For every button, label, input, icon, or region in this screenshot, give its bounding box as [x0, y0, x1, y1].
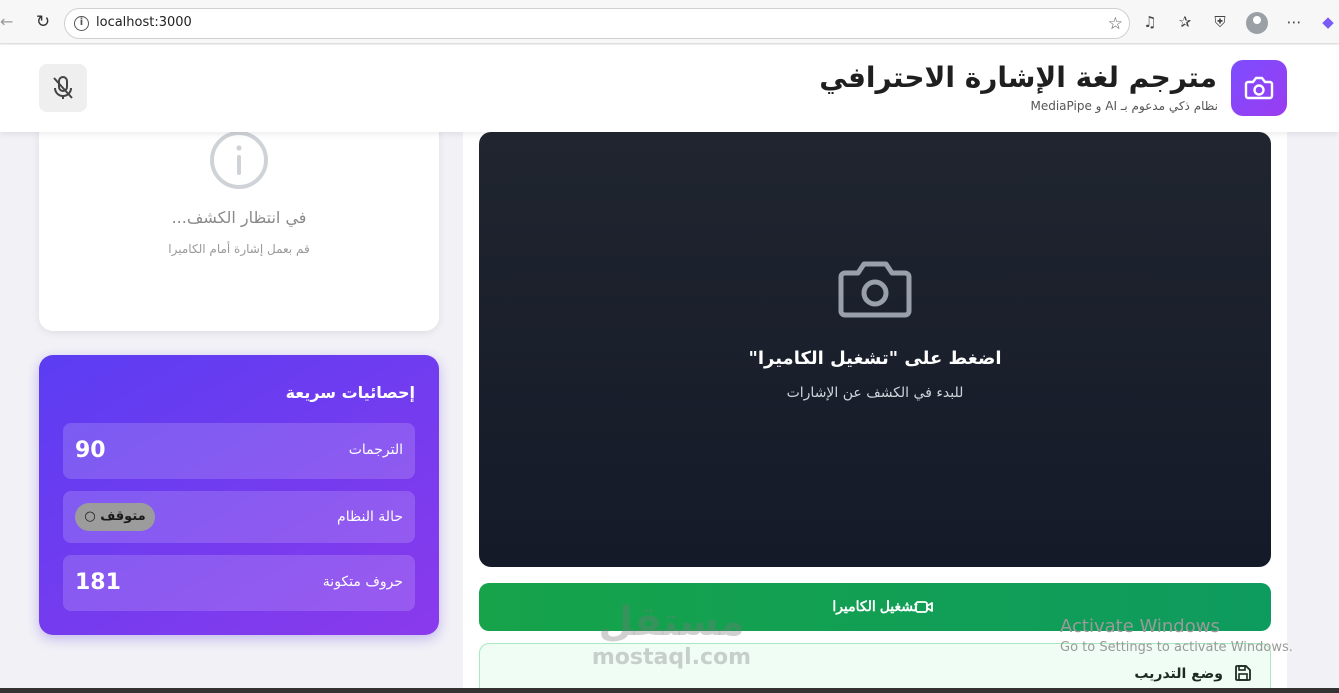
activate-windows-notice: Activate Windows Go to Settings to activ… — [1060, 616, 1293, 655]
camera-prompt: اضغط على "تشغيل الكاميرا" — [748, 348, 1002, 369]
stat-row-system-status: حالة النظام متوقف ○ — [63, 491, 415, 543]
browser-essentials-icon[interactable]: ⛨ — [1210, 12, 1230, 32]
mute-microphone-button[interactable] — [39, 64, 87, 112]
stat-value: 90 — [75, 438, 106, 463]
page-title: مترجم لغة الإشارة الاحترافي — [819, 61, 1217, 94]
stats-title: إحصائيات سريعة — [285, 383, 415, 402]
app-header: مترجم لغة الإشارة الاحترافي نظام ذكي مدع… — [0, 45, 1339, 132]
training-mode-label: وضع التدريب — [1134, 666, 1223, 682]
profile-avatar-icon[interactable] — [1246, 12, 1268, 34]
copilot-icon[interactable]: ◆ — [1318, 12, 1338, 32]
site-info-icon[interactable]: i — [74, 16, 89, 31]
info-circle-icon — [210, 131, 268, 189]
quick-stats-card: إحصائيات سريعة الترجمات 90 حالة النظام م… — [39, 355, 439, 635]
stat-row-formed-letters: حروف متكونة 181 — [63, 555, 415, 611]
system-status-badge: متوقف ○ — [75, 503, 155, 531]
activate-title: Activate Windows — [1060, 616, 1220, 637]
address-bar[interactable]: i localhost:3000 ☆ — [64, 8, 1130, 39]
video-camera-icon — [915, 601, 933, 613]
detection-hint-text: قم بعمل إشارة أمام الكاميرا — [168, 242, 310, 256]
camera-sub-prompt: للبدء في الكشف عن الإشارات — [786, 385, 964, 401]
taskbar-edge — [0, 688, 1339, 693]
status-text: متوقف — [100, 509, 146, 524]
watermark-arabic: مستقل — [598, 599, 745, 645]
stat-row-translations: الترجمات 90 — [63, 423, 415, 479]
mic-off-icon — [53, 76, 73, 99]
back-arrow-icon[interactable]: ← — [0, 13, 14, 31]
url-text[interactable]: localhost:3000 — [96, 15, 192, 30]
detection-card: في انتظار الكشف... قم بعمل إشارة أمام ال… — [39, 110, 439, 331]
app-logo — [1231, 60, 1287, 116]
camera-panel: اضغط على "تشغيل الكاميرا" للبدء في الكشف… — [463, 110, 1287, 693]
page-subtitle: نظام ذكي مدعوم بـ AI و MediaPipe — [1030, 99, 1218, 113]
stat-label: حالة النظام — [337, 509, 403, 525]
activate-subtitle: Go to Settings to activate Windows. — [1060, 640, 1293, 655]
stat-label: الترجمات — [348, 442, 403, 458]
stat-value: 181 — [75, 570, 121, 595]
browser-toolbar: ← ↻ i localhost:3000 ☆ ♫ ✰ ⛨ ⋯ ◆ — [0, 0, 1339, 44]
camera-logo-icon — [1244, 76, 1274, 100]
mostaql-watermark: مستقل mostaql.com — [589, 598, 754, 670]
save-icon — [1235, 665, 1251, 681]
favorites-icon[interactable]: ✰ — [1175, 12, 1195, 32]
favorite-star-icon[interactable]: ☆ — [1108, 14, 1123, 34]
more-menu-icon[interactable]: ⋯ — [1284, 12, 1304, 32]
watermark-latin: mostaql.com — [591, 645, 752, 670]
status-circle-icon: ○ — [84, 509, 96, 524]
stat-label: حروف متكونة — [322, 574, 403, 590]
video-preview: اضغط على "تشغيل الكاميرا" للبدء في الكشف… — [479, 132, 1271, 567]
refresh-icon[interactable]: ↻ — [33, 12, 53, 32]
detection-waiting-text: في انتظار الكشف... — [171, 208, 307, 227]
read-aloud-icon[interactable]: ♫ — [1140, 12, 1160, 32]
camera-icon — [838, 261, 912, 318]
